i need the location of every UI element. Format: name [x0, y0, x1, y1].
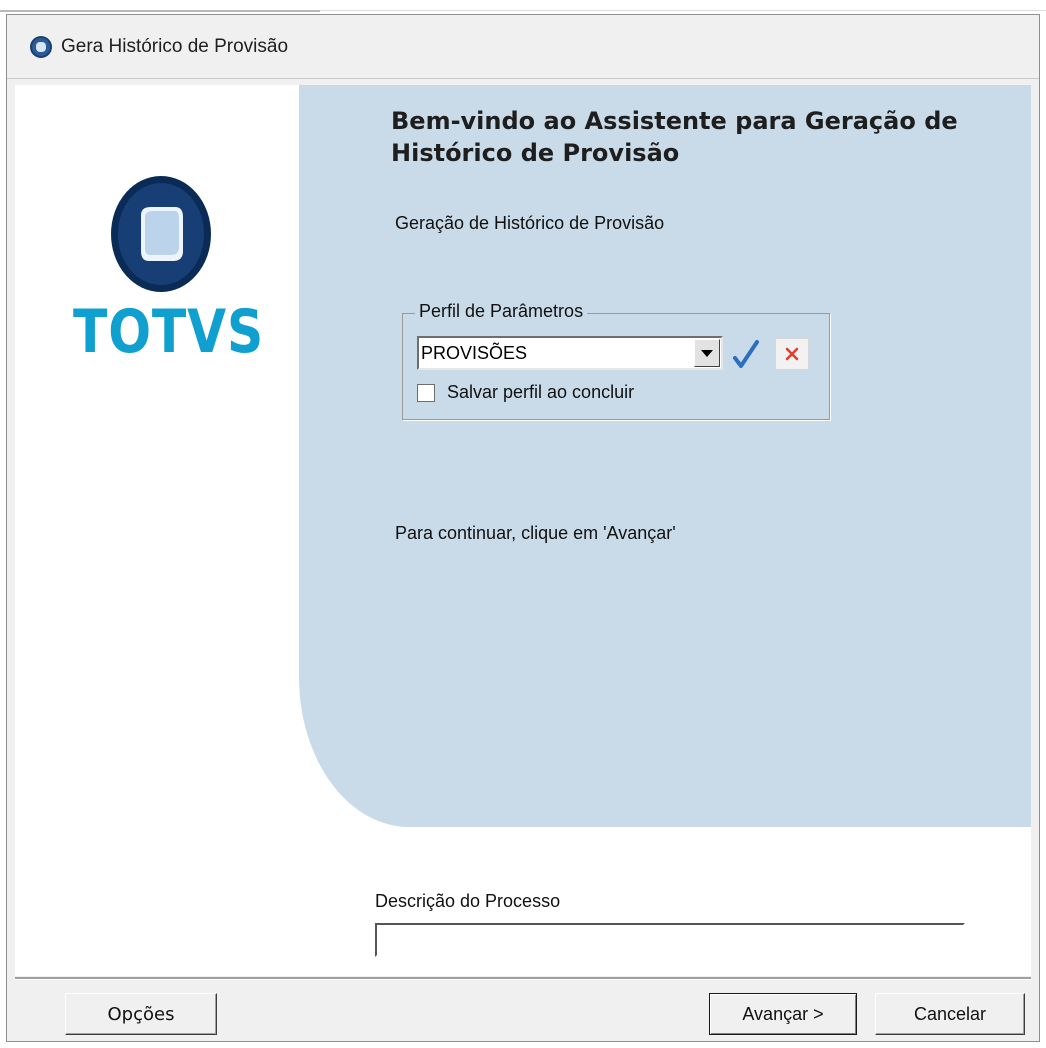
wizard-window: Gera Histórico de Provisão TOTVS Bem-vin… — [6, 14, 1040, 1042]
profile-groupbox: Perfil de Parâmetros PROVISÕES Salvar pe… — [402, 301, 830, 420]
profile-combo-value: PROVISÕES — [421, 343, 528, 363]
tab-bar-edge — [320, 10, 1046, 11]
welcome-panel — [299, 85, 1031, 827]
title-bar[interactable]: Gera Histórico de Provisão — [7, 15, 1039, 79]
chevron-down-icon — [701, 350, 713, 357]
profile-group-legend: Perfil de Parâmetros — [415, 301, 588, 322]
totvs-logo-text: TOTVS — [73, 297, 265, 367]
checkmark-icon[interactable] — [729, 336, 763, 372]
save-profile-checkbox[interactable] — [417, 384, 435, 402]
combo-dropdown-button[interactable] — [694, 339, 720, 367]
clear-profile-button[interactable] — [775, 338, 809, 370]
top-edge — [0, 0, 1046, 12]
options-button[interactable]: Opções — [65, 993, 217, 1035]
footer-separator — [15, 977, 1031, 980]
save-profile-label: Salvar perfil ao concluir — [447, 382, 635, 402]
totvs-logo-icon — [30, 36, 52, 58]
close-icon — [785, 347, 799, 361]
wizard-body: TOTVS Bem-vindo ao Assistente para Geraç… — [15, 85, 1031, 976]
cancel-button[interactable]: Cancelar — [875, 993, 1025, 1035]
process-description-input[interactable] — [375, 923, 965, 957]
next-button[interactable]: Avançar > — [709, 993, 857, 1035]
active-tab-edge — [0, 10, 320, 12]
process-description-label: Descrição do Processo — [375, 891, 561, 911]
continue-instruction: Para continuar, clique em 'Avançar' — [395, 523, 676, 543]
profile-combobox[interactable]: PROVISÕES — [417, 336, 723, 370]
wizard-subtitle: Geração de Histórico de Provisão — [395, 213, 665, 233]
window-title: Gera Histórico de Provisão — [61, 36, 289, 57]
wizard-heading: Bem-vindo ao Assistente para Geração de … — [391, 107, 958, 167]
totvs-logo-icon — [111, 176, 211, 292]
